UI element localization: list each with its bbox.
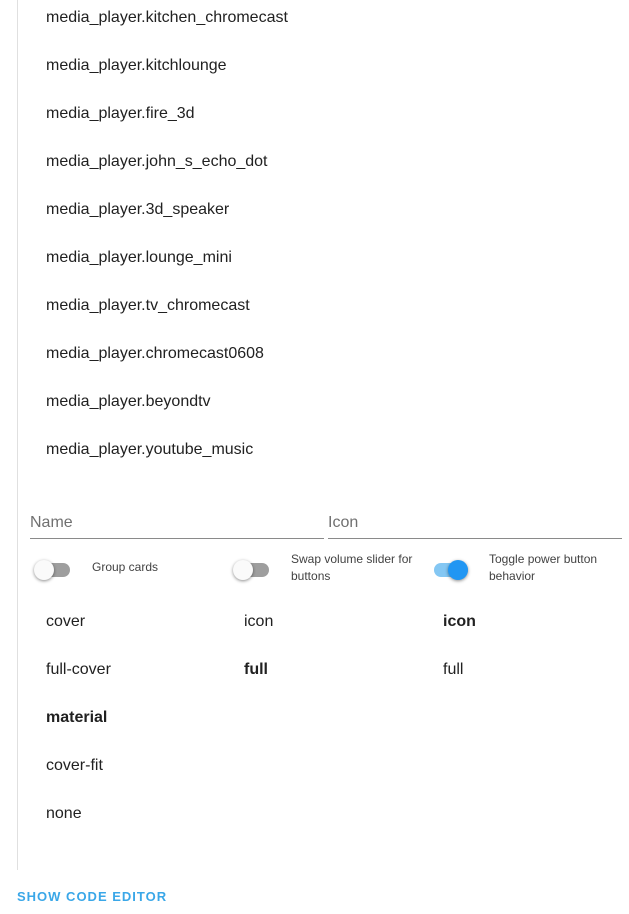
swap-volume-switch[interactable] [233,560,269,580]
artwork-option-full-cover[interactable]: full-cover [46,658,111,682]
name-field[interactable] [30,506,324,539]
toggle-power-label: Toggle power button behavior [489,552,598,583]
switch-thumb [233,560,253,580]
toggle-power-switch[interactable] [432,560,468,580]
group-cards-switch[interactable] [34,560,70,580]
entity-option-fire-3d[interactable]: media_player.fire_3d [46,102,195,126]
entity-option-beyondtv[interactable]: media_player.beyondtv [46,390,211,414]
entity-option-3d-speaker[interactable]: media_player.3d_speaker [46,198,229,222]
entity-option-kitchen-chromecast[interactable]: media_player.kitchen_chromecast [46,6,288,30]
entity-option-chromecast0608[interactable]: media_player.chromecast0608 [46,342,264,366]
artwork-option-none[interactable]: none [46,802,82,826]
entity-option-john-s-echo-dot[interactable]: media_player.john_s_echo_dot [46,150,268,174]
entity-option-kitchlounge[interactable]: media_player.kitchlounge [46,54,227,78]
name-input[interactable] [30,510,324,536]
artwork-option-material[interactable]: material [46,706,107,730]
power-option-icon[interactable]: icon [443,610,476,634]
entity-option-tv-chromecast[interactable]: media_player.tv_chromecast [46,294,250,318]
left-divider [17,0,18,870]
show-code-editor-button[interactable]: SHOW CODE EDITOR [17,889,167,904]
power-option-full[interactable]: full [443,658,463,682]
artwork-option-cover[interactable]: cover [46,610,85,634]
swap-volume-label: Swap volume slider for buttons [291,552,413,583]
icon-input[interactable] [328,510,622,536]
entity-option-youtube-music[interactable]: media_player.youtube_music [46,438,253,462]
switch-thumb [34,560,54,580]
info-option-full[interactable]: full [244,658,268,682]
icon-field[interactable] [328,506,622,539]
info-option-icon[interactable]: icon [244,610,273,634]
artwork-option-cover-fit[interactable]: cover-fit [46,754,103,778]
entity-option-lounge-mini[interactable]: media_player.lounge_mini [46,246,232,270]
group-cards-label: Group cards [92,560,159,574]
switch-thumb [448,560,468,580]
